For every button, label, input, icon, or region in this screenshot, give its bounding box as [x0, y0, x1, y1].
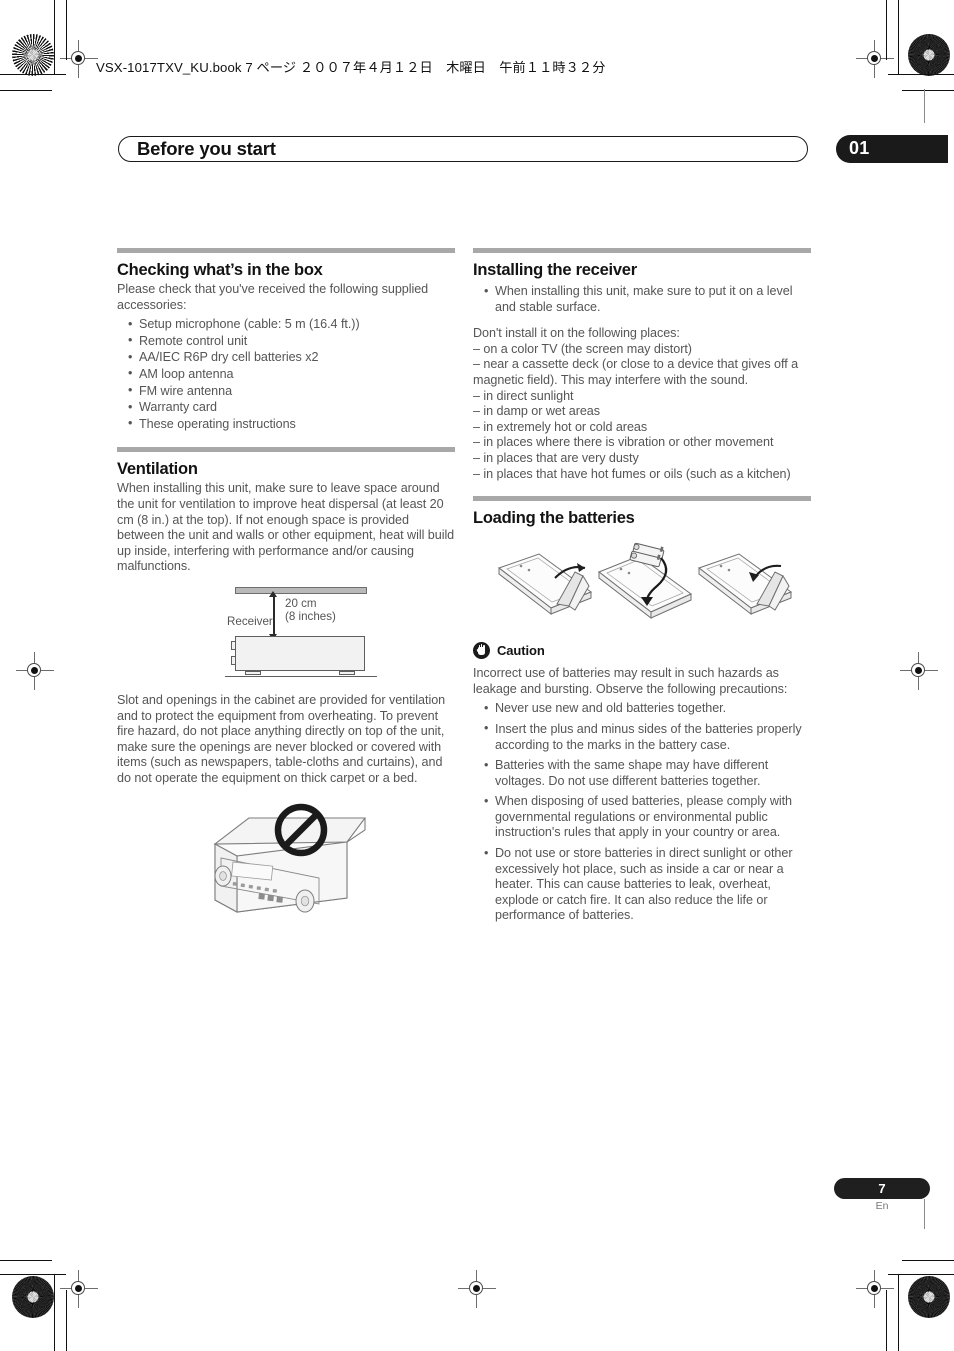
- crop-mark-bl-h2: [0, 1260, 52, 1262]
- crop-mark-tl-h2: [0, 90, 52, 92]
- list-item: Batteries with the same shape may have d…: [484, 758, 811, 789]
- registration-target-right-middle: [900, 652, 938, 690]
- list-item: AA/IEC R6P dry cell batteries x2: [128, 350, 455, 366]
- crop-mark-bl-v: [54, 1274, 56, 1351]
- ventilation-clearance-diagram: 20 cm (8 inches) Receiver: [217, 586, 477, 683]
- list-item: Insert the plus and minus sides of the b…: [484, 721, 811, 753]
- page-title: Before you start: [137, 138, 276, 159]
- heading-loading-batteries: Loading the batteries: [473, 509, 635, 528]
- crop-mark-bl-h: [0, 1274, 66, 1276]
- list-item: – in places that are very dusty: [473, 450, 639, 465]
- receiver-foot: [339, 670, 355, 675]
- list-item: Never use new and old batteries together…: [484, 701, 811, 717]
- crop-mark-tl-v2: [66, 0, 68, 60]
- list-item: Remote control unit: [128, 333, 455, 350]
- step-1-open-cover: [497, 553, 593, 616]
- crop-mark-tr-h: [888, 74, 954, 76]
- list-item: When installing this unit, make sure to …: [484, 283, 811, 315]
- list-item: These operating instructions: [128, 416, 455, 433]
- section-rule: [473, 248, 811, 253]
- list-item: Do not use or store batteries in direct …: [484, 846, 811, 924]
- section-rule: [117, 248, 455, 253]
- caution-header: Caution: [473, 642, 811, 660]
- section-rule: [117, 447, 455, 453]
- crop-mark-tr-h2: [902, 90, 954, 92]
- crop-mark-tl-h: [0, 74, 66, 76]
- list-item: – in extremely hot or cold areas: [473, 419, 648, 434]
- list-item: Warranty card: [128, 400, 455, 416]
- clearance-dimension: 20 cm (8 inches): [285, 597, 336, 624]
- remote-control-steps-drawing: [497, 542, 793, 620]
- caution-hand-icon: [473, 642, 490, 660]
- ventilation-paragraph-2: Slot and openings in the cabinet are pro…: [117, 692, 446, 785]
- crop-mark-tr-v2: [886, 0, 888, 60]
- list-item: When disposing of used batteries, please…: [484, 794, 811, 841]
- receiver-foot: [245, 670, 261, 675]
- ground-line: [225, 675, 377, 678]
- battery-loading-illustration: [495, 542, 795, 632]
- crop-mark-br-v: [898, 1274, 900, 1351]
- heading-checking-box: Checking what’s in the box: [117, 261, 323, 279]
- clearance-dimension-metric: 20 cm: [285, 596, 317, 610]
- registration-target-bottom-center: [458, 1270, 496, 1308]
- ventilation-paragraph-1: When installing this unit, make sure to …: [117, 481, 455, 574]
- receiver-label: Receiver: [227, 614, 273, 628]
- clearance-dimension-imperial: (8 inches): [285, 610, 336, 624]
- step-2-insert-batteries: [597, 542, 692, 620]
- checking-intro: Please check that you've received the fo…: [117, 282, 429, 312]
- heading-installing-receiver: Installing the receiver: [473, 261, 637, 279]
- section-rule: [473, 496, 811, 502]
- registration-rosette-top-right: [908, 34, 950, 76]
- caution-list: Never use new and old batteries together…: [473, 701, 811, 924]
- chapter-number: 01: [849, 138, 870, 158]
- list-item: – on a color TV (the screen may distort): [473, 341, 692, 356]
- list-item: – in places where there is vibration or …: [473, 435, 774, 450]
- left-column: Checking what’s in the box Please check …: [117, 248, 455, 920]
- receiver-perspective-drawing: [213, 804, 367, 914]
- heading-ventilation: Ventilation: [117, 460, 198, 479]
- list-item: AM loop antenna: [128, 366, 455, 383]
- crop-mark-tl-v: [54, 0, 56, 74]
- receiver-body: [231, 635, 365, 671]
- registration-target-top-right: [856, 40, 894, 78]
- list-item: – in places that have hot fumes or oils …: [473, 466, 791, 481]
- caution-label: Caution: [497, 643, 545, 659]
- installing-bullets: When installing this unit, make sure to …: [473, 283, 811, 315]
- list-item: – in direct sunlight: [473, 388, 574, 403]
- crop-mark-tr-v: [898, 0, 900, 74]
- page-language-code: En: [875, 1200, 889, 1212]
- list-item: – near a cassette deck (or close to a de…: [473, 357, 799, 387]
- registration-target-bottom-left: [60, 1270, 98, 1308]
- registration-rosette-bottom-right: [908, 1276, 950, 1318]
- avoid-places-list: – on a color TV (the screen may distort)…: [473, 342, 811, 482]
- header-trim-tick: [924, 89, 926, 123]
- crop-mark-br-h2: [902, 1260, 954, 1262]
- crop-mark-br-v2: [886, 1290, 888, 1351]
- registration-target-bottom-right: [856, 1270, 894, 1308]
- document-page: VSX-1017TXV_KU.book 7 ページ ２００７年４月１２日 木曜日…: [0, 0, 954, 1351]
- list-item: FM wire antenna: [128, 383, 455, 400]
- no-objects-on-top-illustration: [197, 800, 387, 920]
- registration-rosette-top-left: [12, 34, 54, 76]
- right-column: Installing the receiver When installing …: [473, 248, 811, 929]
- installing-intro: Don't install it on the following places…: [473, 326, 680, 341]
- clearance-arrow-icon: [270, 590, 277, 640]
- registration-target-top-left: [60, 40, 98, 78]
- page-number: 7: [878, 1181, 886, 1196]
- caution-intro: Incorrect use of batteries may result in…: [473, 666, 788, 696]
- list-item: – in damp or wet areas: [473, 404, 601, 419]
- crop-mark-bl-v2: [66, 1290, 68, 1351]
- accessories-list: Setup microphone (cable: 5 m (16.4 ft.))…: [117, 317, 455, 432]
- list-item: Setup microphone (cable: 5 m (16.4 ft.)): [128, 317, 455, 333]
- registration-rosette-bottom-left: [12, 1276, 54, 1318]
- book-file-info: VSX-1017TXV_KU.book 7 ページ ２００７年４月１２日 木曜日…: [96, 60, 606, 75]
- registration-target-left-middle: [16, 652, 54, 690]
- step-3-close-cover: [697, 553, 793, 616]
- shelf-above: [235, 586, 367, 594]
